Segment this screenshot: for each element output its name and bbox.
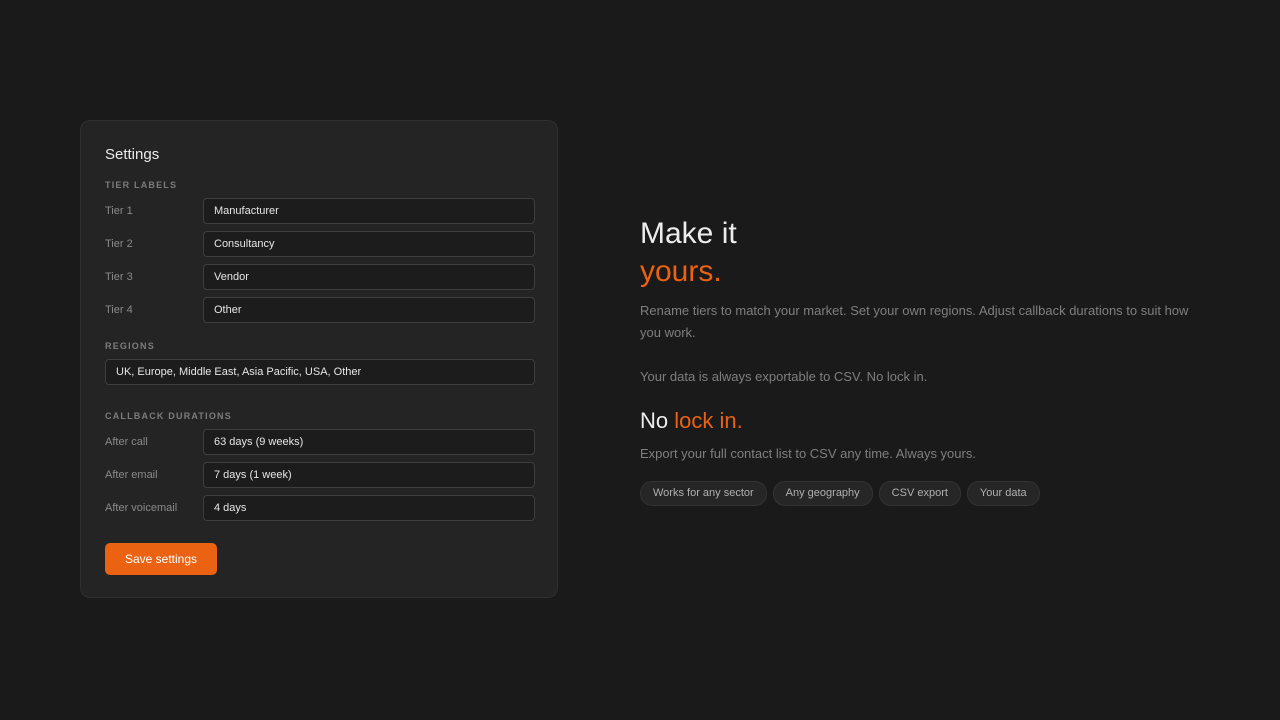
settings-title: Settings bbox=[105, 146, 160, 163]
chip-your-data: Your data bbox=[966, 481, 1040, 506]
after-voicemail-label: After voicemail bbox=[105, 502, 178, 514]
chip-csv-export: CSV export bbox=[878, 481, 961, 506]
no-lock-in-heading-plain: No bbox=[640, 408, 669, 433]
after-voicemail-input[interactable]: 4 days bbox=[203, 495, 535, 521]
tier-3-input[interactable]: Vendor bbox=[203, 264, 535, 290]
tier-4-label: Tier 4 bbox=[105, 304, 133, 316]
chip-any-sector: Works for any sector bbox=[640, 481, 767, 506]
settings-card: Settings TIER LABELS Tier 1 Manufacturer… bbox=[80, 120, 558, 598]
chip-any-geography: Any geography bbox=[772, 481, 873, 506]
no-lock-in-heading-accent: lock in. bbox=[674, 408, 743, 433]
callback-durations-heading: CALLBACK DURATIONS bbox=[105, 411, 232, 421]
save-settings-button[interactable]: Save settings bbox=[105, 543, 217, 575]
hero-description: Rename tiers to match your market. Set y… bbox=[640, 303, 1189, 340]
export-note: Your data is always exportable to CSV. N… bbox=[640, 369, 928, 384]
export-description: Export your full contact list to CSV any… bbox=[640, 446, 976, 461]
hero-title-accent: yours. bbox=[640, 255, 722, 288]
no-lock-in-heading: No lock in. bbox=[640, 408, 743, 434]
tier-1-input[interactable]: Manufacturer bbox=[203, 198, 535, 224]
after-call-label: After call bbox=[105, 436, 148, 448]
regions-heading: REGIONS bbox=[105, 341, 155, 351]
after-email-label: After email bbox=[105, 469, 158, 481]
after-call-input[interactable]: 63 days (9 weeks) bbox=[203, 429, 535, 455]
tier-2-input[interactable]: Consultancy bbox=[203, 231, 535, 257]
feature-chips: Works for any sector Any geography CSV e… bbox=[640, 481, 1040, 506]
tier-labels-heading: TIER LABELS bbox=[105, 180, 178, 190]
hero-title: Make it bbox=[640, 217, 737, 250]
regions-input[interactable]: UK, Europe, Middle East, Asia Pacific, U… bbox=[105, 359, 535, 385]
tier-3-label: Tier 3 bbox=[105, 271, 133, 283]
after-email-input[interactable]: 7 days (1 week) bbox=[203, 462, 535, 488]
tier-4-input[interactable]: Other bbox=[203, 297, 535, 323]
tier-2-label: Tier 2 bbox=[105, 238, 133, 250]
tier-1-label: Tier 1 bbox=[105, 205, 133, 217]
